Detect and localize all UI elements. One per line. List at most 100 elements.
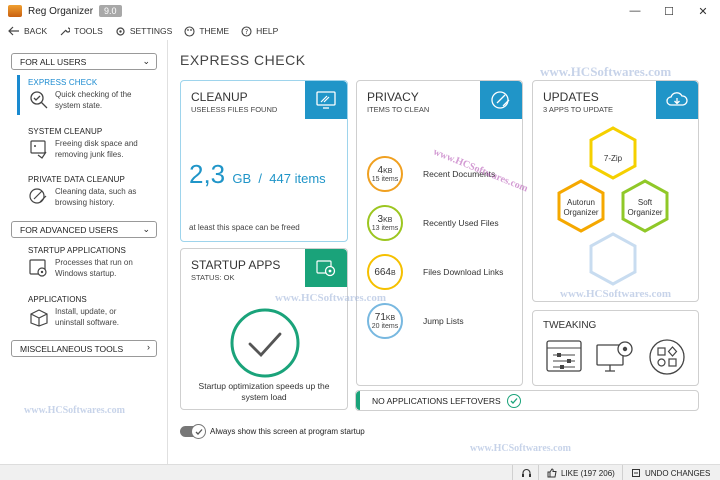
privacy-size-ring: 664B xyxy=(367,254,403,290)
sidebar-item-private-data-cleanup[interactable]: PRIVATE DATA CLEANUP Cleaning data, such… xyxy=(18,175,166,208)
sidebar-item-title: EXPRESS CHECK xyxy=(28,78,98,87)
magnifier-check-icon xyxy=(30,91,48,109)
help-label: HELP xyxy=(256,26,279,36)
hex-empty-slot-icon xyxy=(589,232,637,286)
startup-apps-card[interactable]: STARTUP APPS STATUS: OK Startup optimiza… xyxy=(180,248,348,410)
cleanup-title: CLEANUP xyxy=(191,90,248,104)
privacy-card[interactable]: PRIVACY ITEMS TO CLEAN 4KB 15 items Rece… xyxy=(356,80,523,386)
cleanup-card[interactable]: CLEANUP USELESS FILES FOUND 2,3 GB / 447… xyxy=(180,80,348,242)
for-advanced-users-dropdown[interactable]: FOR ADVANCED USERS ⌄ xyxy=(11,221,157,238)
watermark: www.HCSoftwares.com xyxy=(470,443,571,454)
support-button[interactable] xyxy=(512,465,538,480)
tools-button[interactable]: TOOLS xyxy=(59,26,103,37)
like-button[interactable]: LIKE (197 206) xyxy=(538,465,622,480)
disk-cleanup-icon xyxy=(30,140,47,159)
miscellaneous-tools-dropdown[interactable]: MISCELLANEOUS TOOLS › xyxy=(11,340,157,357)
hex-7zip-icon xyxy=(589,126,637,180)
startup-gears-icon xyxy=(29,259,47,277)
privacy-title: PRIVACY xyxy=(367,90,419,104)
check-circle-icon xyxy=(506,393,521,408)
sidebar-item-applications[interactable]: APPLICATIONS Install, update, or uninsta… xyxy=(18,295,166,328)
help-icon: ? xyxy=(241,25,252,37)
sidebar-item-express-check[interactable]: EXPRESS CHECK Quick checking of the syst… xyxy=(18,78,166,111)
cleanup-badge xyxy=(305,81,347,119)
update-app-7zip[interactable]: 7-Zip xyxy=(583,154,643,164)
app-logo-icon xyxy=(8,5,22,17)
tweaking-card[interactable]: TWEAKING xyxy=(532,310,699,386)
apps-grid-icon[interactable] xyxy=(648,338,686,376)
help-button[interactable]: ? HELP xyxy=(241,25,279,37)
for-all-users-dropdown[interactable]: FOR ALL USERS ⌄ xyxy=(11,53,157,70)
settings-label: SETTINGS xyxy=(129,26,173,36)
privacy-size-ring: 71KB 20 items xyxy=(367,303,403,339)
sidebar-item-desc: Cleaning data, such as browsing history. xyxy=(55,187,137,207)
chevron-down-icon: ⌄ xyxy=(142,56,150,66)
version-badge: 9.0 xyxy=(99,5,122,17)
title-bar: Reg Organizer 9.0 — ☐ ✕ xyxy=(0,0,720,22)
sidebar-item-startup-applications[interactable]: STARTUP APPLICATIONS Processes that run … xyxy=(18,246,166,279)
privacy-row-files-download-links[interactable]: 664B Files Download Links xyxy=(367,254,503,290)
headset-icon xyxy=(522,468,531,477)
maximize-button[interactable]: ☐ xyxy=(652,0,686,22)
settings-sliders-icon[interactable] xyxy=(545,339,583,373)
system-gear-icon[interactable] xyxy=(595,337,637,375)
miscellaneous-tools-label: MISCELLANEOUS TOOLS xyxy=(20,343,124,354)
sidebar-item-desc: Freeing disk space and removing junk fil… xyxy=(55,139,138,159)
no-leftovers-bar[interactable]: NO APPLICATIONS LEFTOVERS xyxy=(355,390,699,411)
sidebar-item-title: APPLICATIONS xyxy=(28,295,87,304)
toolbar: BACK TOOLS SETTINGS THEME ? HELP xyxy=(0,22,720,40)
undo-changes-label: UNDO CHANGES xyxy=(645,468,711,478)
minimize-button[interactable]: — xyxy=(618,0,652,22)
privacy-row-recent-documents[interactable]: 4KB 15 items Recent Documents xyxy=(367,156,495,192)
theme-button[interactable]: THEME xyxy=(184,25,230,37)
like-count: LIKE (197 206) xyxy=(561,468,615,478)
sidebar-item-title: SYSTEM CLEANUP xyxy=(28,127,103,136)
updates-card-header: UPDATES 3 APPS TO UPDATE xyxy=(533,81,698,119)
cloud-download-icon xyxy=(666,92,688,106)
chevron-down-icon: ⌄ xyxy=(142,224,150,234)
back-label: BACK xyxy=(24,26,48,36)
leftovers-label: NO APPLICATIONS LEFTOVERS xyxy=(372,395,501,406)
status-ok-check-icon xyxy=(230,308,300,378)
update-app-autorun-organizer[interactable]: Autorun Organizer xyxy=(551,198,611,218)
privacy-row-label: Recent Documents xyxy=(423,169,496,179)
privacy-row-label: Recently Used Files xyxy=(423,218,499,228)
svg-text:?: ? xyxy=(245,28,249,36)
startup-footer: Startup optimization speeds up the syste… xyxy=(198,381,330,402)
theme-label: THEME xyxy=(199,26,230,36)
startup-badge xyxy=(305,249,347,287)
privacy-broom-icon xyxy=(29,188,47,204)
chevron-right-icon: › xyxy=(147,342,150,352)
tweaking-title: TWEAKING xyxy=(543,320,597,331)
updates-subtitle: 3 APPS TO UPDATE xyxy=(543,105,614,114)
settings-button[interactable]: SETTINGS xyxy=(115,26,173,37)
undo-changes-button[interactable]: UNDO CHANGES xyxy=(622,465,720,480)
watermark: www.HCSoftwares.com xyxy=(540,64,672,79)
cleanup-card-header: CLEANUP USELESS FILES FOUND xyxy=(181,81,347,119)
show-at-startup-label: Always show this screen at program start… xyxy=(210,427,365,436)
cleanup-size: 2,3 xyxy=(189,159,226,189)
cleanup-separator: / xyxy=(258,171,263,186)
startup-card-header: STARTUP APPS STATUS: OK xyxy=(181,249,347,287)
updates-card[interactable]: UPDATES 3 APPS TO UPDATE 7-Zip Autorun O… xyxy=(532,80,699,302)
sidebar-item-system-cleanup[interactable]: SYSTEM CLEANUP Freeing disk space and re… xyxy=(18,127,166,160)
gear-icon xyxy=(115,26,126,37)
sidebar: FOR ALL USERS ⌄ EXPRESS CHECK Quick chec… xyxy=(0,40,168,464)
tools-icon xyxy=(59,26,71,37)
undo-icon xyxy=(632,469,640,477)
show-at-startup-toggle[interactable]: Always show this screen at program start… xyxy=(180,424,365,439)
cleanup-monitor-icon xyxy=(316,91,336,109)
sidebar-item-title: PRIVATE DATA CLEANUP xyxy=(28,175,125,184)
back-arrow-icon xyxy=(8,26,20,36)
privacy-row-jump-lists[interactable]: 71KB 20 items Jump Lists xyxy=(367,303,464,339)
toggle-switch[interactable] xyxy=(180,424,206,439)
cleanup-total: 2,3 GB / 447 items xyxy=(189,159,326,190)
back-button[interactable]: BACK xyxy=(8,26,47,36)
startup-title: STARTUP APPS xyxy=(191,258,281,272)
sidebar-item-desc: Quick checking of the system state. xyxy=(55,90,132,110)
tools-label: TOOLS xyxy=(74,26,103,36)
sidebar-item-title: STARTUP APPLICATIONS xyxy=(28,246,126,255)
privacy-row-recently-used-files[interactable]: 3KB 13 items Recently Used Files xyxy=(367,205,499,241)
update-app-soft-organizer[interactable]: Soft Organizer xyxy=(615,198,675,218)
close-button[interactable]: ✕ xyxy=(686,0,720,22)
